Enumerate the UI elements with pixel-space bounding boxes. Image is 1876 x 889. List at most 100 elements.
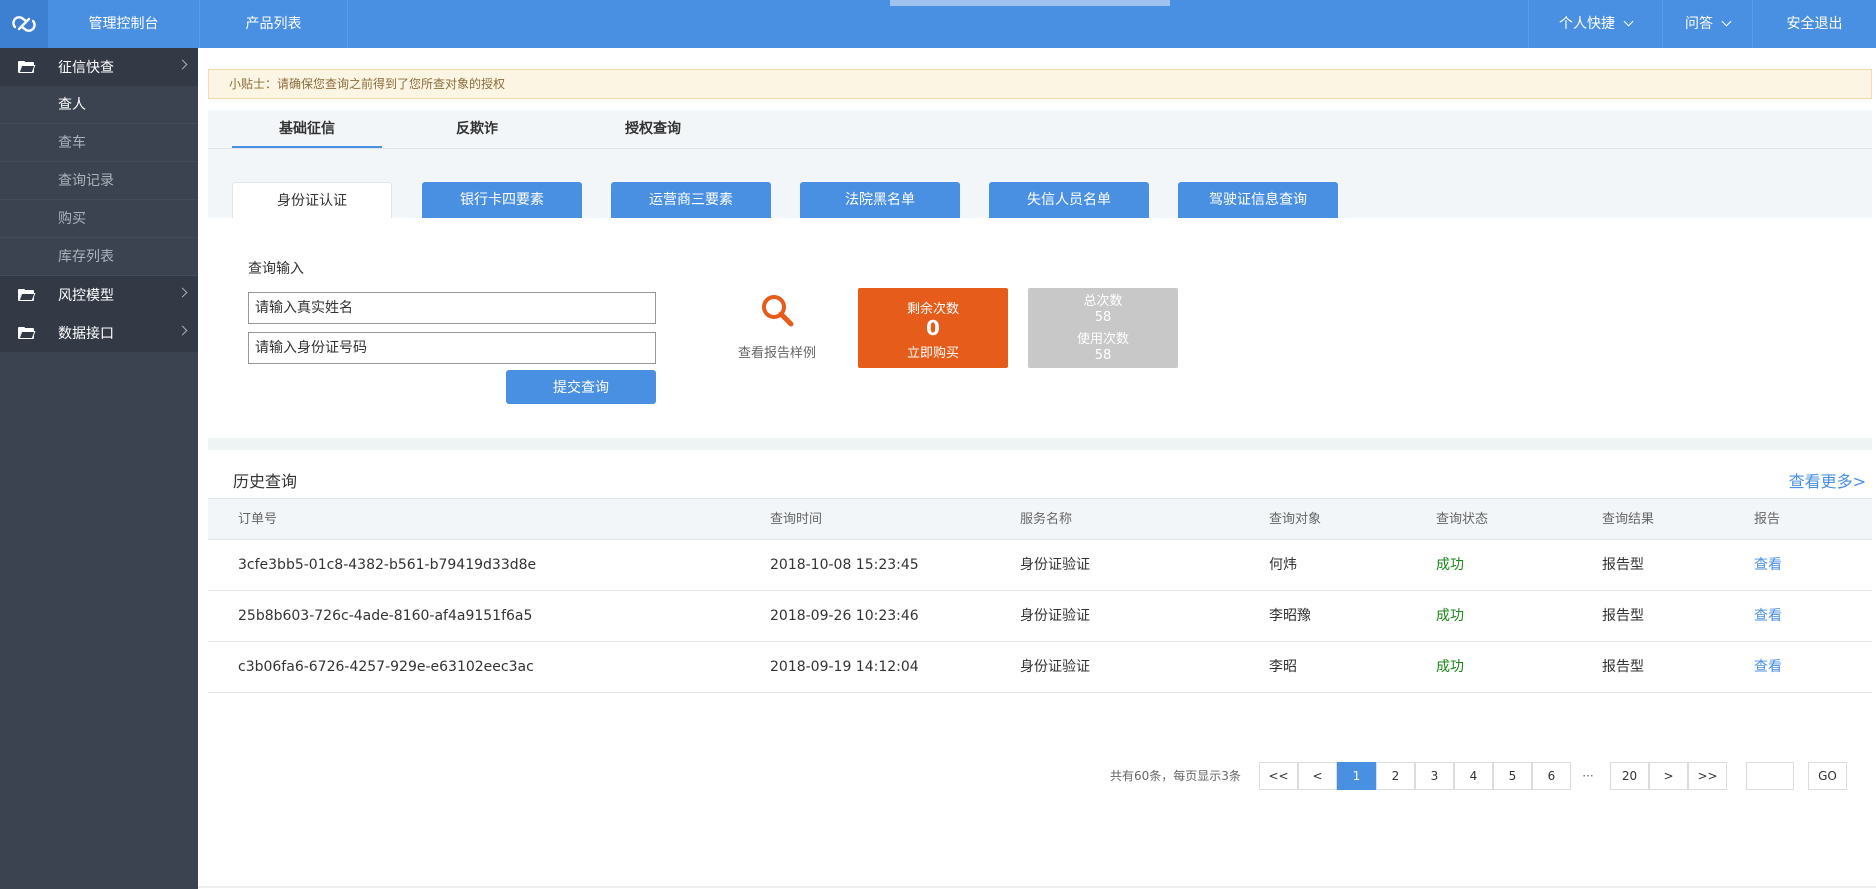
subtab-driver-license[interactable]: 驾驶证信息查询 [1178, 182, 1338, 218]
view-report-link[interactable]: 查看 [1754, 591, 1782, 642]
nav-products[interactable]: 产品列表 [200, 0, 348, 48]
chevron-down-icon [1623, 16, 1634, 27]
query-time: 2018-09-19 14:12:04 [770, 659, 919, 675]
col-report: 报告 [1754, 512, 1781, 527]
status-badge: 成功 [1436, 659, 1464, 675]
used-value: 58 [1094, 348, 1112, 363]
tab-authorized-query[interactable]: 授权查询 [578, 110, 728, 148]
sidebar-item-records[interactable]: 查询记录 [0, 162, 198, 200]
sidebar-item-person[interactable]: 查人 [0, 86, 198, 124]
sidebar: 征信快查 查人 查车 查询记录 购买 库存列表 风控模型 数据接口 [0, 48, 198, 889]
col-time: 查询时间 [770, 512, 823, 527]
faq-label: 问答 [1685, 16, 1713, 32]
page-last-button[interactable]: >> [1688, 762, 1727, 790]
page-first-button[interactable]: << [1259, 762, 1298, 790]
table-row: c3b06fa6-6726-4257-929e-e63102eec3ac 201… [208, 642, 1872, 693]
sidebar-group-credit[interactable]: 征信快查 [0, 48, 198, 86]
chevron-right-icon [177, 287, 188, 298]
col-result: 查询结果 [1602, 512, 1655, 527]
total-value: 58 [1094, 310, 1112, 325]
tab-divider [208, 148, 1872, 149]
table-row: 3cfe3bb5-01c8-4382-b561-b79419d33d8e 201… [208, 540, 1872, 591]
logout-button[interactable]: 安全退出 [1752, 0, 1876, 48]
result-type: 报告型 [1602, 659, 1644, 675]
tab-basic-credit[interactable]: 基础征信 [232, 110, 382, 148]
go-button[interactable]: GO [1808, 762, 1847, 790]
query-target: 李昭豫 [1269, 608, 1311, 624]
history-title: 历史查询 [233, 472, 298, 491]
service-name: 身份证验证 [1020, 659, 1090, 675]
page-jump-input[interactable] [1746, 762, 1794, 790]
page-prev-button[interactable]: < [1298, 762, 1337, 790]
page-2-button[interactable]: 2 [1376, 762, 1415, 790]
order-id: 25b8b603-726c-4ade-8160-af4a9151f6a5 [238, 608, 533, 624]
chevron-down-icon [1721, 16, 1732, 27]
table-header: 订单号 查询时间 服务名称 查询对象 查询状态 查询结果 报告 [208, 498, 1872, 540]
subtab-id-verify[interactable]: 身份证认证 [232, 182, 392, 218]
query-target: 李昭 [1269, 659, 1297, 675]
col-target: 查询对象 [1269, 512, 1322, 527]
tab-anti-fraud[interactable]: 反欺诈 [402, 110, 552, 148]
col-order: 订单号 [238, 512, 278, 527]
pagination-info: 共有60条，每页显示3条 [1110, 769, 1241, 783]
page-4-button[interactable]: 4 [1454, 762, 1493, 790]
col-status: 查询状态 [1436, 512, 1489, 527]
view-report-link[interactable]: 查看 [1754, 540, 1782, 591]
view-report-link[interactable]: 查看 [1754, 642, 1782, 693]
sidebar-item-car[interactable]: 查车 [0, 124, 198, 162]
tab-panel: 基础征信 反欺诈 授权查询 身份证认证 银行卡四要素 运营商三要素 法院黑名单 … [208, 110, 1872, 218]
table-row: 25b8b603-726c-4ade-8160-af4a9151f6a5 201… [208, 591, 1872, 642]
faq-menu[interactable]: 问答 [1662, 0, 1752, 48]
status-badge: 成功 [1436, 608, 1464, 624]
shortcuts-label: 个人快捷 [1559, 16, 1615, 32]
chevron-right-icon [177, 325, 188, 336]
page-ellipsis: ··· [1582, 769, 1594, 783]
subtab-dishonest-list[interactable]: 失信人员名单 [989, 182, 1149, 218]
buy-now-link[interactable]: 立即购买 [858, 342, 1008, 361]
sidebar-group-risk-model[interactable]: 风控模型 [0, 276, 198, 314]
sidebar-group-label: 风控模型 [58, 288, 114, 304]
sample-report-link[interactable]: 查看报告样例 [722, 292, 832, 361]
sidebar-group-data-api[interactable]: 数据接口 [0, 314, 198, 352]
order-id: 3cfe3bb5-01c8-4382-b561-b79419d33d8e [238, 557, 537, 573]
sidebar-group-label: 征信快查 [58, 60, 114, 76]
name-input[interactable] [248, 292, 656, 324]
query-target: 何炜 [1269, 557, 1297, 573]
page-1-button[interactable]: 1 [1337, 762, 1376, 790]
sidebar-item-buy[interactable]: 购买 [0, 200, 198, 238]
id-number-input[interactable] [248, 332, 656, 364]
shortcuts-menu[interactable]: 个人快捷 [1528, 0, 1662, 48]
top-banner-strip [890, 0, 1170, 6]
subtab-court-blacklist[interactable]: 法院黑名单 [800, 182, 960, 218]
folder-open-icon [18, 289, 36, 301]
chevron-right-icon [177, 59, 188, 70]
page-3-button[interactable]: 3 [1415, 762, 1454, 790]
query-label: 查询输入 [248, 261, 304, 277]
page-5-button[interactable]: 5 [1493, 762, 1532, 790]
sidebar-group-label: 数据接口 [58, 326, 114, 342]
subtab-bank-card[interactable]: 银行卡四要素 [422, 182, 582, 218]
logo-icon [12, 16, 36, 32]
remaining-count-card[interactable]: 剩余次数 0 立即购买 [858, 288, 1008, 368]
query-section: 查询输入 提交查询 查看报告样例 剩余次数 0 立即购买 总次数 58 使用次数… [208, 218, 1872, 438]
subtab-carrier[interactable]: 运营商三要素 [611, 182, 771, 218]
submit-query-button[interactable]: 提交查询 [506, 370, 656, 404]
search-icon [762, 295, 794, 327]
folder-open-icon [18, 61, 36, 73]
sidebar-item-inventory[interactable]: 库存列表 [0, 238, 198, 276]
query-time: 2018-10-08 15:23:45 [770, 557, 919, 573]
history-table: 订单号 查询时间 服务名称 查询对象 查询状态 查询结果 报告 3cfe3bb5… [208, 498, 1872, 693]
page-6-button[interactable]: 6 [1532, 762, 1571, 790]
view-more-link[interactable]: 查看更多> [1789, 468, 1866, 492]
section-divider [208, 438, 1872, 450]
remaining-label: 剩余次数 [906, 302, 959, 317]
logo[interactable] [0, 0, 48, 48]
main-content: 小贴士：请确保您查询之前得到了您所查对象的授权 基础征信 反欺诈 授权查询 身份… [198, 48, 1876, 889]
usage-summary-card: 总次数 58 使用次数 58 [1028, 288, 1178, 368]
page-next-button[interactable]: > [1649, 762, 1688, 790]
service-name: 身份证验证 [1020, 557, 1090, 573]
nav-console[interactable]: 管理控制台 [48, 0, 200, 48]
used-label: 使用次数 [1076, 332, 1129, 347]
page-20-button[interactable]: 20 [1610, 762, 1649, 790]
sample-report-label: 查看报告样例 [737, 346, 816, 361]
